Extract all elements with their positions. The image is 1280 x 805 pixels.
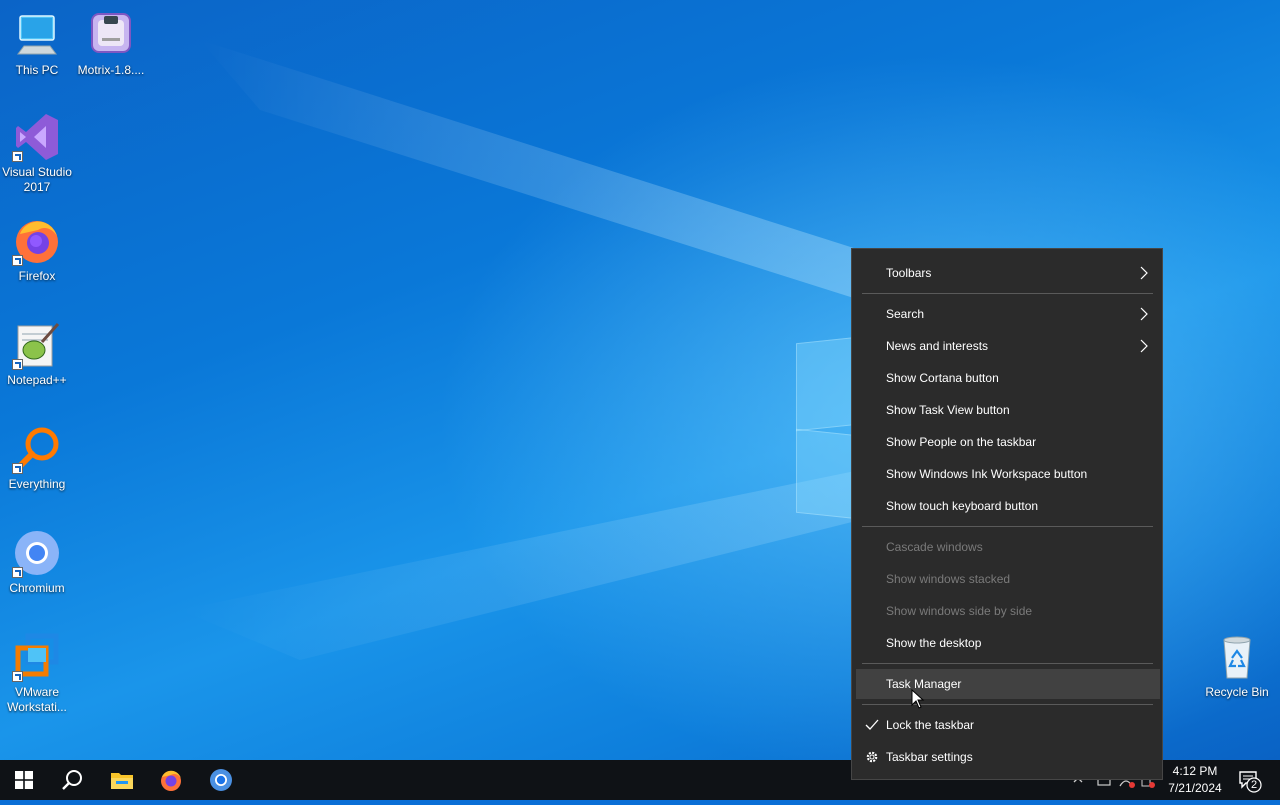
shortcut-arrow-icon (12, 255, 23, 266)
menu-item-lock-the-taskbar[interactable]: Lock the taskbar (856, 710, 1160, 740)
desktop-icon-chromium[interactable]: Chromium (0, 528, 76, 596)
desktop-icon-label: Notepad++ (7, 373, 67, 387)
desktop-icon-visual-studio[interactable]: Visual Studio 2017 (0, 112, 76, 195)
chevron-right-icon (1140, 266, 1148, 280)
search-icon (62, 770, 82, 790)
desktop-icon-label: Recycle Bin (1205, 685, 1269, 699)
desktop-icon-label: Everything (8, 477, 66, 491)
menu-item-label: Show the desktop (886, 636, 982, 650)
menu-item-label: News and interests (886, 339, 989, 353)
desktop-icon-everything[interactable]: Everything (0, 424, 76, 492)
menu-item-task-manager[interactable]: Task Manager (856, 669, 1160, 699)
desktop-icon-label: Chromium (9, 581, 65, 595)
menu-separator (862, 663, 1153, 664)
menu-item-show-task-view[interactable]: Show Task View button (856, 395, 1160, 425)
menu-item-show-the-desktop[interactable]: Show the desktop (856, 628, 1160, 658)
menu-item-label: Show Windows Ink Workspace button (886, 467, 1088, 481)
start-button[interactable] (0, 760, 48, 800)
desktop-icon-label: Firefox (18, 269, 56, 283)
taskbar-file-explorer[interactable] (98, 760, 146, 800)
desktop-icon-label: VMware Workstati... (7, 685, 67, 714)
mouse-cursor-icon (911, 689, 925, 709)
action-center-button[interactable]: 2 (1232, 760, 1272, 800)
menu-separator (862, 293, 1153, 294)
desktop-icon-notepadpp[interactable]: Notepad++ (0, 320, 76, 388)
menu-item-label: Show touch keyboard button (886, 499, 1039, 513)
shortcut-arrow-icon (12, 151, 23, 162)
taskbar-clock[interactable]: 4:12 PM 7/21/2024 (1160, 763, 1230, 797)
checkmark-icon (865, 719, 879, 730)
windows-logo-pane (796, 428, 858, 520)
desktop-icon-vmware[interactable]: VMware Workstati... (0, 632, 76, 715)
shortcut-arrow-icon (12, 567, 23, 578)
desktop-icon-motrix[interactable]: Motrix-1.8.... (72, 10, 150, 78)
shortcut-arrow-icon (12, 671, 23, 682)
menu-item-label: Show Task View button (886, 403, 1010, 417)
taskbar-chromium[interactable] (197, 760, 245, 800)
desktop-icon-label: Visual Studio 2017 (2, 165, 72, 194)
clock-date: 7/21/2024 (1168, 781, 1222, 795)
menu-item-label: Lock the taskbar (886, 718, 975, 732)
firefox-icon (161, 770, 181, 791)
taskbar-context-menu: Toolbars Search News and interests Show … (851, 248, 1163, 780)
chromium-icon (12, 528, 62, 578)
menu-item-label: Show windows side by side (886, 604, 1033, 618)
everything-search-icon (12, 424, 62, 474)
desktop-icon-this-pc[interactable]: This PC (0, 10, 76, 78)
menu-item-taskbar-settings[interactable]: Taskbar settings (856, 742, 1160, 772)
menu-item-show-people[interactable]: Show People on the taskbar (856, 427, 1160, 457)
menu-item-label: Search (886, 307, 925, 321)
menu-item-show-touch-keyboard[interactable]: Show touch keyboard button (856, 491, 1160, 521)
desktop-icon-firefox[interactable]: Firefox (0, 216, 76, 284)
shortcut-arrow-icon (12, 463, 23, 474)
shortcut-arrow-icon (12, 359, 23, 370)
chromium-icon (210, 769, 232, 791)
menu-item-show-windows-side-by-side: Show windows side by side (856, 596, 1160, 626)
chevron-right-icon (1140, 307, 1148, 321)
firefox-icon (12, 216, 62, 266)
file-explorer-icon (111, 773, 133, 789)
menu-separator (862, 526, 1153, 527)
motrix-installer-icon (86, 10, 136, 60)
clock-time: 4:12 PM (1172, 764, 1218, 778)
recycle-bin-icon (1212, 632, 1262, 682)
menu-item-show-ink-workspace[interactable]: Show Windows Ink Workspace button (856, 459, 1160, 489)
notepad-plus-plus-icon (12, 320, 62, 370)
menu-item-cascade-windows: Cascade windows (856, 532, 1160, 562)
menu-item-search[interactable]: Search (856, 299, 1160, 329)
vmware-workstation-icon (12, 632, 62, 682)
menu-item-label: Cascade windows (886, 540, 983, 554)
gear-icon (866, 751, 878, 763)
menu-separator (862, 704, 1153, 705)
taskbar-firefox[interactable] (147, 760, 195, 800)
taskbar-search-button[interactable] (48, 760, 96, 800)
desktop-icon-label: This PC (15, 63, 59, 77)
menu-item-label: Show People on the taskbar (886, 435, 1037, 449)
visual-studio-icon (12, 112, 62, 162)
start-icon (15, 771, 33, 789)
menu-item-label: Show windows stacked (886, 572, 1011, 586)
menu-item-toolbars[interactable]: Toolbars (856, 258, 1160, 288)
menu-item-label: Show Cortana button (886, 371, 999, 385)
menu-item-label: Toolbars (886, 266, 932, 280)
menu-item-news-and-interests[interactable]: News and interests (856, 331, 1160, 361)
menu-item-show-windows-stacked: Show windows stacked (856, 564, 1160, 594)
menu-item-label: Taskbar settings (886, 750, 973, 764)
windows-logo-pane (796, 336, 858, 432)
chevron-right-icon (1140, 339, 1148, 353)
desktop-icon-recycle-bin[interactable]: Recycle Bin (1198, 632, 1276, 700)
this-pc-icon (12, 10, 62, 60)
menu-item-show-cortana[interactable]: Show Cortana button (856, 363, 1160, 393)
desktop-icon-label: Motrix-1.8.... (77, 63, 145, 77)
notification-count-badge: 2 (1250, 779, 1258, 791)
